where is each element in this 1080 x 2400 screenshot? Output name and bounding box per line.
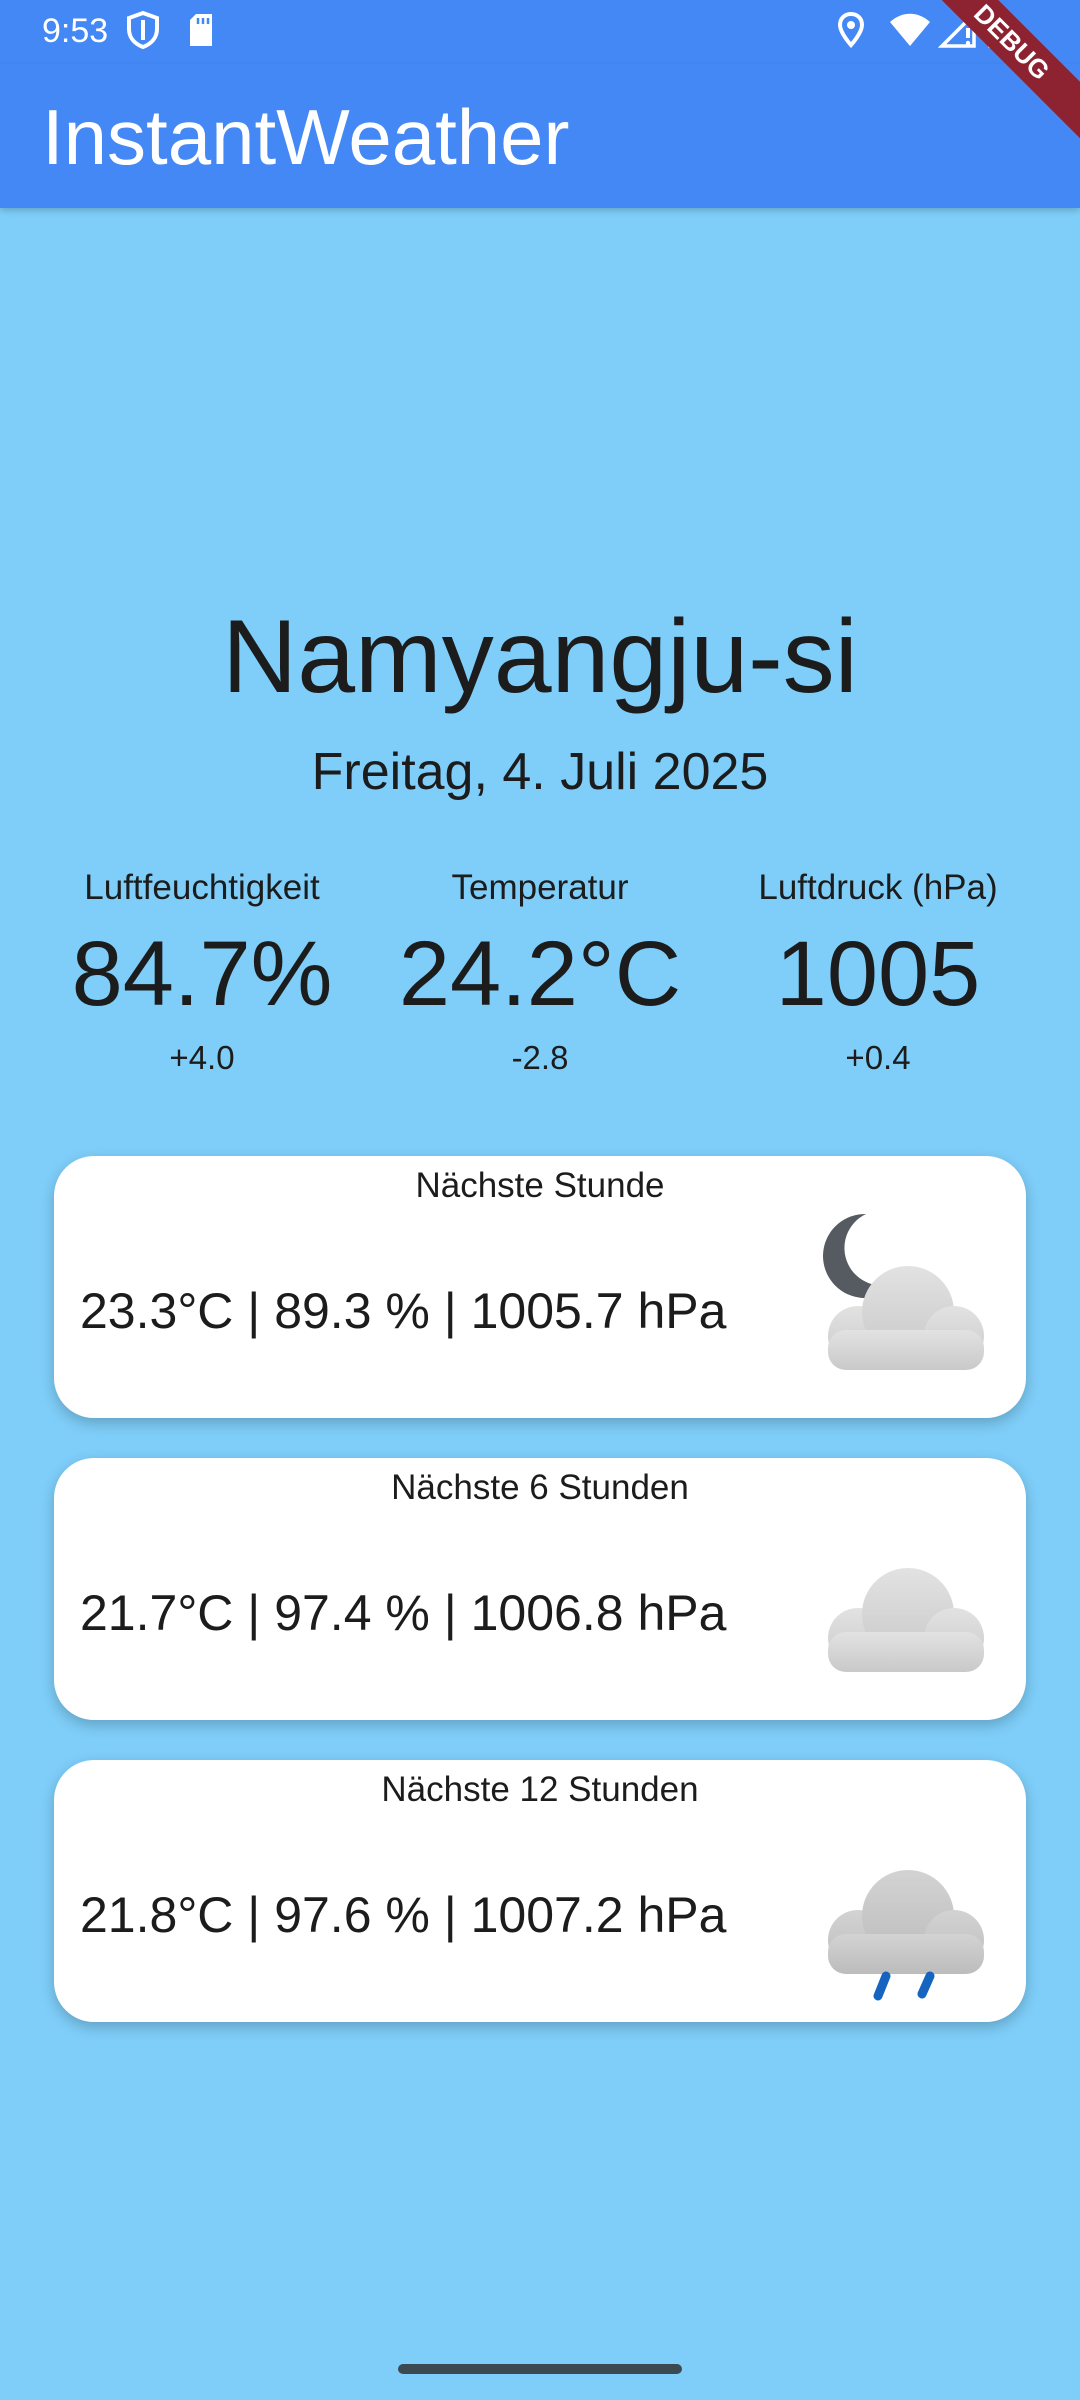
debug-banner: DEBUG [920, 0, 1080, 149]
humidity-value: 84.7% [71, 923, 333, 1025]
city-name: Namyangju-si [222, 599, 858, 715]
forecast-card-next-6-hours[interactable]: Nächste 6 Stunden 21.7°C | 97.4 % | 1006… [54, 1458, 1026, 1720]
debug-banner-clip: DEBUG [920, 0, 1080, 160]
temperature-value: 24.2°C [398, 923, 682, 1025]
current-date: Freitag, 4. Juli 2025 [311, 743, 769, 801]
pressure-label: Luftdruck (hPa) [758, 868, 998, 907]
pressure-value: 1005 [775, 923, 981, 1025]
shield-icon [126, 10, 160, 59]
pressure-metric: Luftdruck (hPa) 1005 +0.4 [698, 868, 1058, 1077]
temperature-delta: -2.8 [511, 1038, 569, 1076]
status-bar: 9:53 [0, 0, 1080, 64]
home-indicator[interactable] [398, 2364, 682, 2374]
cloud-icon [796, 1496, 996, 1696]
forecast-card-values: 21.7°C | 97.4 % | 1006.8 hPa [80, 1585, 727, 1641]
temperature-metric: Temperatur 24.2°C -2.8 [360, 868, 720, 1077]
sd-card-icon [186, 10, 216, 59]
humidity-delta: +4.0 [169, 1038, 235, 1076]
app-bar: InstantWeather [0, 64, 1080, 208]
status-time: 9:53 [42, 12, 109, 50]
location-icon [836, 10, 866, 59]
pressure-delta: +0.4 [845, 1038, 911, 1076]
forecast-card-values: 21.8°C | 97.6 % | 1007.2 hPa [80, 1887, 727, 1943]
app-title: InstantWeather [42, 93, 570, 181]
humidity-label: Luftfeuchtigkeit [84, 868, 320, 907]
forecast-card-next-12-hours[interactable]: Nächste 12 Stunden 21.8°C | 97.6 % | 100… [54, 1760, 1026, 2022]
humidity-metric: Luftfeuchtigkeit 84.7% +4.0 [22, 868, 382, 1077]
forecast-card-next-hour[interactable]: Nächste Stunde 23.3°C | 89.3 % | 1005.7 … [54, 1156, 1026, 1418]
temperature-label: Temperatur [451, 868, 629, 907]
forecast-card-values: 23.3°C | 89.3 % | 1005.7 hPa [80, 1283, 727, 1339]
night-cloudy-icon [796, 1194, 996, 1394]
rain-cloud-icon [796, 1798, 996, 2001]
